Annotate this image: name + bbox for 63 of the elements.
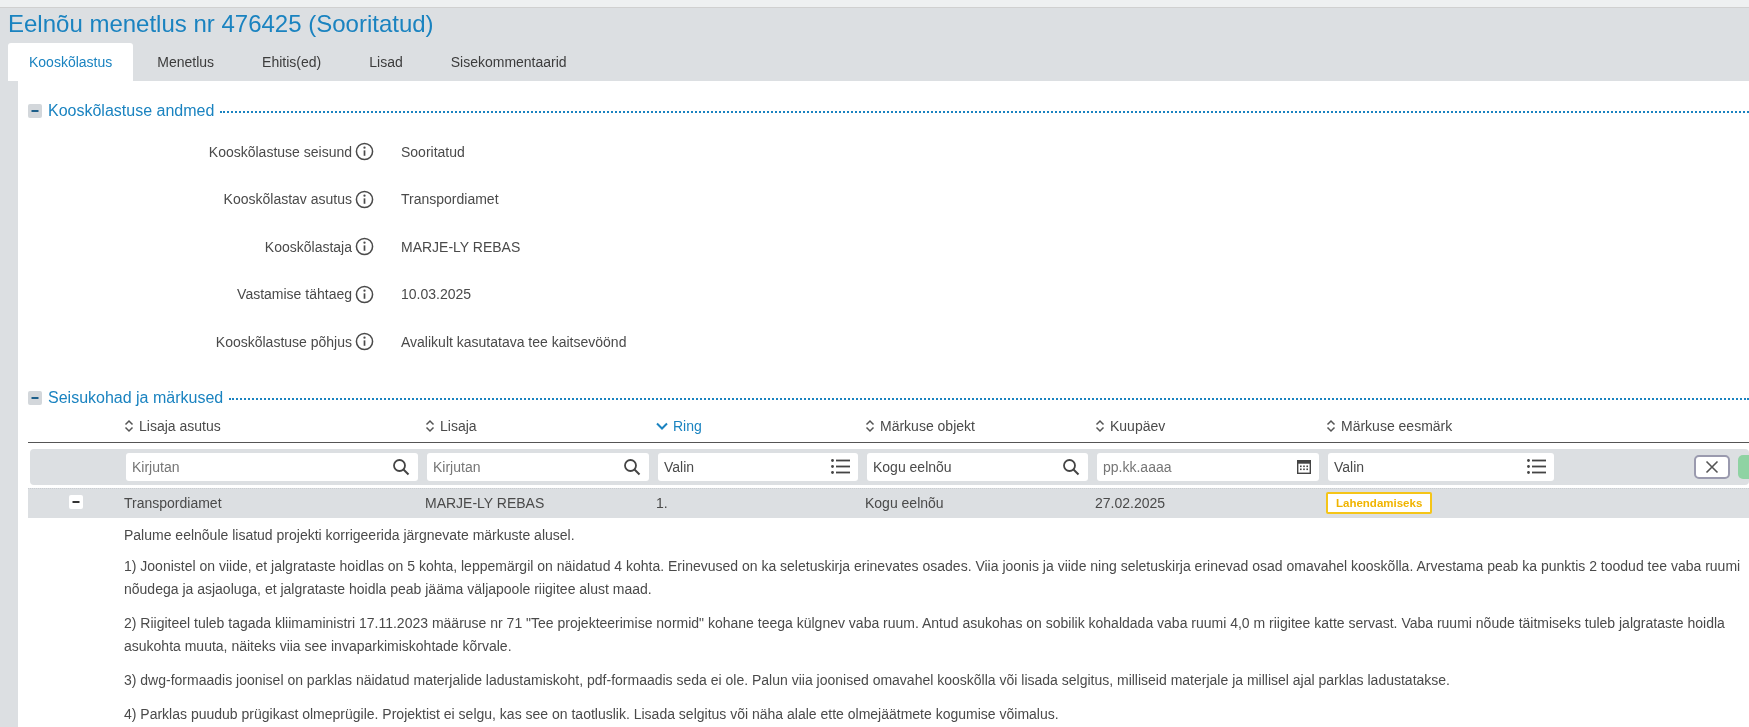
date-field[interactable]: pp.kk.aaaa <box>1097 452 1319 481</box>
sort-icon[interactable] <box>1095 418 1105 433</box>
table-cell-text: MARJE-LY REBAS <box>425 495 546 511</box>
field-value: Transpordiamet <box>400 191 500 208</box>
tab[interactable]: Sisekommentaarid <box>426 43 591 81</box>
calendar-icon[interactable] <box>1297 459 1311 474</box>
sort-icon[interactable] <box>865 418 875 433</box>
row-toggle-icon[interactable] <box>69 494 83 509</box>
column-header[interactable]: Märkuse eesmärk <box>1341 417 1453 434</box>
field-label: Kooskõlastav asutus <box>222 191 353 208</box>
field-label: Vastamise tähtaeg <box>236 286 353 303</box>
table-cell-text: Kogu eelnõu <box>865 495 945 511</box>
search-icon[interactable] <box>623 457 641 476</box>
page-title: Eelnõu menetlus nr 476425 (Sooritatud) <box>7 9 435 39</box>
table-cell-text: 1. <box>656 495 669 511</box>
field-label: Kooskõlastuse seisund <box>207 143 353 160</box>
remark-paragraph: 4) Parklas puudub prügikast olmeprügile. Projektist ei selgu, kas see on taotluslik. Lisada selgitus või näha alale ette olmejäätmete kogumise võimalus. <box>124 704 1060 724</box>
select-field[interactable]: Valin <box>1328 452 1554 481</box>
section-title: Seisukohad ja märkused <box>48 388 224 407</box>
search-icon[interactable] <box>392 457 410 476</box>
table-cell-text: Transpordiamet <box>124 495 223 511</box>
search-field[interactable]: Kirjutan <box>427 452 649 481</box>
info-icon[interactable] <box>355 237 374 257</box>
remark-paragraph: Palume eelnõule lisatud projekti korrigeerida järgnevate märkuste alusel. <box>124 525 576 545</box>
field-value: 10.03.2025 <box>400 286 473 303</box>
search-field[interactable]: Kirjutan <box>126 452 418 481</box>
info-icon[interactable] <box>355 332 374 352</box>
remark-paragraph: 3) dwg-formaadis joonisel on parklas näidatud materjalide ladustamiskoht, pdf-formaadis seda ei ole. Palun viia joonised omavahel kooskõlla või lisada selgitus, milliseid materjale ja millisel ajal parklas ladustatakse. <box>124 670 1451 690</box>
info-icon[interactable] <box>355 142 374 162</box>
field-label: Kooskõlastaja <box>263 238 353 255</box>
column-header[interactable]: Lisaja <box>440 417 477 434</box>
status-tag: Lahendamiseks <box>1326 492 1433 514</box>
sort-descending-icon[interactable] <box>656 421 668 430</box>
column-header[interactable]: Ring <box>673 417 702 434</box>
collapse-toggle-icon[interactable] <box>28 104 42 118</box>
column-header[interactable]: Kuupäev <box>1110 417 1166 434</box>
list-icon[interactable] <box>1527 459 1546 474</box>
collapse-toggle-icon[interactable] <box>28 390 42 405</box>
sort-icon[interactable] <box>124 418 134 433</box>
search-icon[interactable] <box>1062 457 1080 476</box>
field-value: Avalikult kasutatava tee kaitsevöönd <box>400 333 628 350</box>
field-value: Sooritatud <box>400 143 466 160</box>
close-icon <box>1705 459 1719 474</box>
remark-paragraph: 1) Joonistel on viide, et jalgrataste hoidlas on 5 kohta, leppemärgil on näidatud 4 kohta. Erinevused on ka seletuskirja erinevates osades. Viia joonis ja viide ning seletuskirja erinevad osad omavahel kooskõlla. Arvestama peab ka punktis 2 toodud tee vaba ruumi nõudega ja asjaoluga, et jalgrataste hoidla peab jääma väljapoole riigitee alust maad. <box>124 556 1742 599</box>
clear-filters-button[interactable] <box>1694 454 1730 479</box>
column-header[interactable]: Lisaja asutus <box>139 417 221 434</box>
list-icon[interactable] <box>831 459 850 474</box>
info-icon[interactable] <box>355 189 374 209</box>
tab[interactable]: Lisad <box>345 43 427 81</box>
tab[interactable]: Menetlus <box>133 43 239 81</box>
sort-icon[interactable] <box>425 418 435 433</box>
search-field[interactable]: Kogu eelnõu <box>867 452 1088 481</box>
section-title: Kooskõlastuse andmed <box>48 102 215 120</box>
column-header[interactable]: Märkuse objekt <box>880 417 975 434</box>
sort-icon[interactable] <box>1326 418 1336 433</box>
select-field[interactable]: Valin <box>658 452 858 481</box>
remark-paragraph: 2) Riigiteel tuleb tagada kliimaministri 17.11.2023 määruse nr 71 "Tee projekteerimise normid" kohane teega külgnev vaba ruum. Antud asukohas on sobilik kohaldada vaba ruumi 4,0 m riigitee katte servast. Vaba ruumi nõude täitmiseks tuleb jalgrataste hoidla asukohta muuta, näiteks viia see invaparkimiskohtade kõrvale. <box>124 613 1726 656</box>
tab[interactable]: Ehitis(ed) <box>238 43 346 81</box>
table-cell-text: 27.02.2025 <box>1095 495 1167 511</box>
field-label: Kooskõlastuse põhjus <box>214 333 353 350</box>
tab[interactable]: Kooskõlastus <box>8 43 134 81</box>
field-value: MARJE-LY REBAS <box>400 238 522 255</box>
info-icon[interactable] <box>355 284 374 304</box>
